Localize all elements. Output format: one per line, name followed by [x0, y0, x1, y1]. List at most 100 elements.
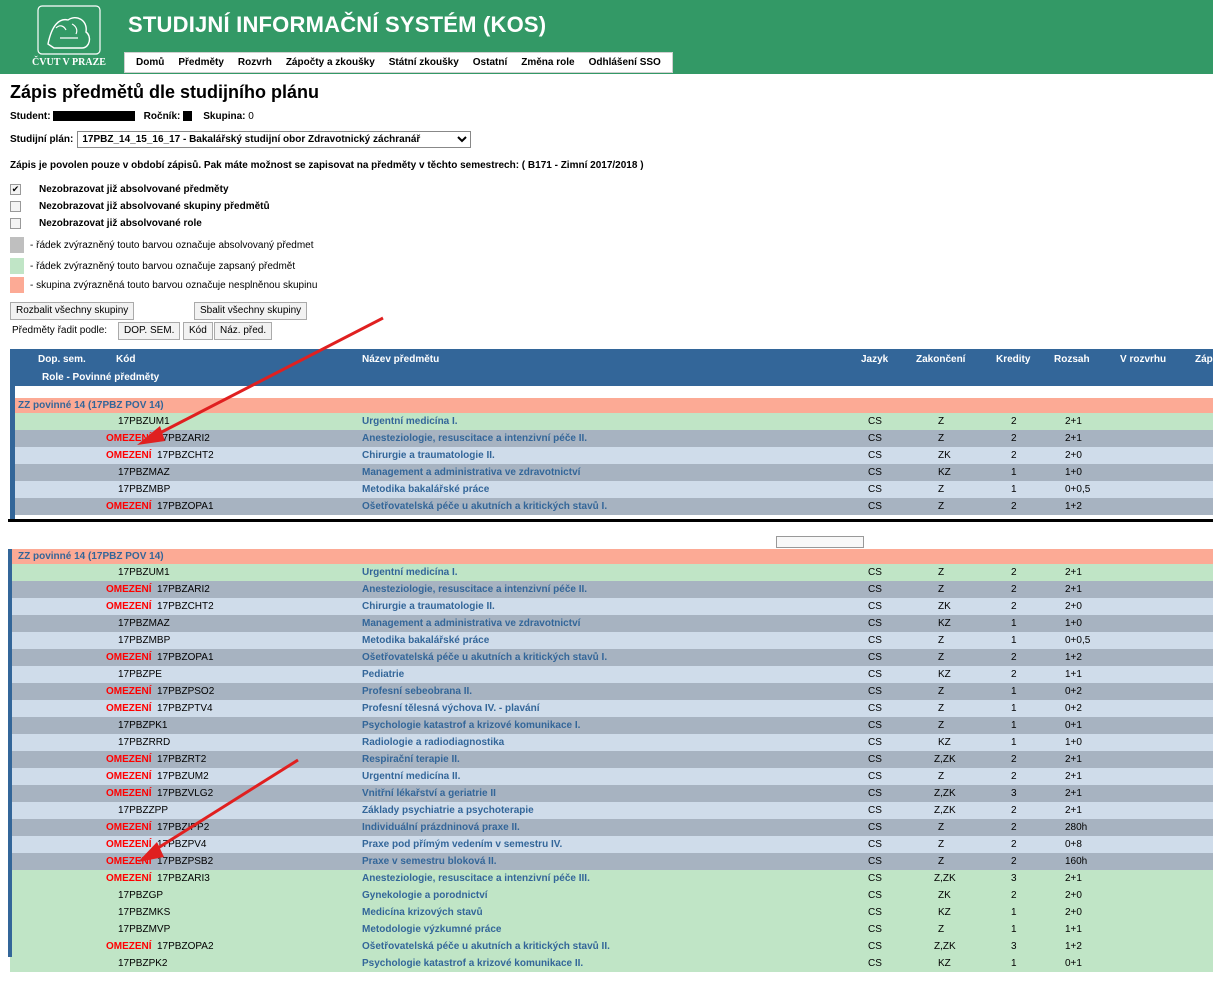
course-name-link[interactable]: Urgentní medicína I. — [362, 564, 458, 581]
col-rozsah[interactable]: Rozsah — [1054, 354, 1090, 365]
course-name-link[interactable]: Základy psychiatrie a psychoterapie — [362, 802, 534, 819]
table-row[interactable]: OMEZENÍ 17PBZRT2 Respirační terapie II. CS Z… — [10, 751, 1213, 768]
col-kod[interactable]: Kód — [116, 354, 135, 365]
group-row[interactable]: ZZ povinné 14 (17PBZ POV 14) — [10, 549, 1213, 564]
course-name-link[interactable]: Metodologie výzkumné práce — [362, 921, 501, 938]
sort-nazev-button[interactable]: Náz. před. — [214, 322, 273, 340]
course-name-link[interactable]: Psychologie katastrof a krizové komunika… — [362, 717, 580, 734]
menu-item-domu[interactable]: Domů — [136, 57, 164, 68]
study-plan-select[interactable]: 17PBZ_14_15_16_17 - Bakalářský studijní … — [77, 131, 472, 148]
omezeni-link[interactable]: OMEZENÍ — [106, 938, 152, 955]
omezeni-link[interactable]: OMEZENÍ — [106, 853, 152, 870]
table-row[interactable]: OMEZENÍ 17PBZOPA2 Ošetřovatelská péče u ak… — [10, 938, 1213, 955]
omezeni-link[interactable]: OMEZENÍ — [106, 447, 152, 464]
course-name-link[interactable]: Medicína krizových stavů — [362, 904, 483, 921]
table-row[interactable]: 17PBZPK2 Psychologie katastrof a krizové … — [10, 955, 1213, 972]
table-row[interactable]: 17PBZMBP Metodika bakalářské práce CS Z 1 0+0… — [10, 481, 1213, 498]
course-name-link[interactable]: Respirační terapie II. — [362, 751, 460, 768]
course-name-link[interactable]: Ošetřovatelská péče u akutních a kritick… — [362, 498, 607, 515]
omezeni-link[interactable]: OMEZENÍ — [106, 751, 152, 768]
course-name-link[interactable]: Pediatrie — [362, 666, 404, 683]
menu-item-ostatni[interactable]: Ostatní — [473, 57, 507, 68]
course-name-link[interactable]: Profesní sebeobrana II. — [362, 683, 472, 700]
col-jazyk[interactable]: Jazyk — [861, 354, 888, 365]
menu-item-statni-zkousky[interactable]: Státní zkoušky — [389, 57, 459, 68]
sort-dop-sem-button[interactable]: DOP. SEM. — [118, 322, 181, 340]
course-name-link[interactable]: Urgentní medicína I. — [362, 413, 458, 430]
course-name-link[interactable]: Individuální prázdninová praxe II. — [362, 819, 520, 836]
expand-all-button[interactable]: Rozbalit všechny skupiny — [10, 302, 135, 320]
table-row[interactable]: OMEZENÍ 17PBZPSO2 Profesní sebeobrana II. C… — [10, 683, 1213, 700]
omezeni-link[interactable]: OMEZENÍ — [106, 700, 152, 717]
option-hide-passed-roles[interactable]: Nezobrazovat již absolvované role — [10, 218, 202, 229]
menu-item-predmety[interactable]: Předměty — [178, 57, 224, 68]
checkbox-icon[interactable] — [10, 201, 21, 212]
table-row[interactable]: 17PBZPK1 Psychologie katastrof a krizové … — [10, 717, 1213, 734]
table-row[interactable]: 17PBZMAZ Management a administrativa ve z… — [10, 615, 1213, 632]
course-name-link[interactable]: Management a administrativa ve zdravotni… — [362, 615, 580, 632]
course-name-link[interactable]: Chirurgie a traumatologie II. — [362, 598, 495, 615]
col-dop-sem[interactable]: Dop. sem. — [38, 354, 86, 365]
col-nazev[interactable]: Název předmětu — [362, 354, 439, 365]
table-row[interactable]: 17PBZMKS Medicína krizových stavů CS KZ 1 2+0 — [10, 904, 1213, 921]
col-zapis[interactable]: Záp — [1195, 354, 1213, 365]
course-name-link[interactable]: Radiologie a radiodiagnostika — [362, 734, 504, 751]
col-v-rozvrhu[interactable]: V rozvrhu — [1120, 354, 1166, 365]
omezeni-link[interactable]: OMEZENÍ — [106, 819, 152, 836]
table-row[interactable]: 17PBZPE Pediatrie CS KZ 2 1+1 — [10, 666, 1213, 683]
table-row[interactable]: OMEZENÍ 17PBZCHT2 Chirurgie a traumatologi… — [10, 598, 1213, 615]
course-name-link[interactable]: Psychologie katastrof a krizové komunika… — [362, 955, 583, 972]
checkbox-checked-icon[interactable]: ✔ — [10, 184, 21, 195]
menu-item-rozvrh[interactable]: Rozvrh — [238, 57, 272, 68]
table-row[interactable]: 17PBZZPP Základy psychiatrie a psychotera… — [10, 802, 1213, 819]
course-name-link[interactable]: Urgentní medicína II. — [362, 768, 460, 785]
table-row[interactable]: OMEZENÍ 17PBZPTV4 Profesní tělesná výchova… — [10, 700, 1213, 717]
course-name-link[interactable]: Management a administrativa ve zdravotni… — [362, 464, 580, 481]
table-row[interactable]: OMEZENÍ 17PBZARI3 Anesteziologie, resuscit… — [10, 870, 1213, 887]
table-row[interactable]: OMEZENÍ 17PBZIPP2 Individuální prázdninová… — [10, 819, 1213, 836]
table-row[interactable]: OMEZENÍ 17PBZUM2 Urgentní medicína II. CS Z 2… — [10, 768, 1213, 785]
table-row[interactable]: OMEZENÍ 17PBZOPA1 Ošetřovatelská péče u ak… — [10, 649, 1213, 666]
table-row[interactable]: OMEZENÍ 17PBZARI2 Anesteziologie, resuscit… — [10, 430, 1213, 447]
course-name-link[interactable]: Praxe v semestru bloková II. — [362, 853, 497, 870]
course-name-link[interactable]: Praxe pod přímým vedením v semestru IV. — [362, 836, 562, 853]
course-name-link[interactable]: Ošetřovatelská péče u akutních a kritick… — [362, 938, 610, 955]
table-row[interactable]: 17PBZGP Gynekologie a porodnictví CS ZK 2 2+0 — [10, 887, 1213, 904]
omezeni-link[interactable]: OMEZENÍ — [106, 498, 152, 515]
table-row[interactable]: 17PBZRRD Radiologie a radiodiagnostika CS K… — [10, 734, 1213, 751]
table-row[interactable]: OMEZENÍ 17PBZOPA1 Ošetřovatelská péče u ak… — [10, 498, 1213, 515]
course-name-link[interactable]: Metodika bakalářské práce — [362, 632, 489, 649]
omezeni-link[interactable]: OMEZENÍ — [106, 836, 152, 853]
table-row[interactable]: OMEZENÍ 17PBZARI2 Anesteziologie, resuscit… — [10, 581, 1213, 598]
menu-item-zapocty[interactable]: Zápočty a zkoušky — [286, 57, 375, 68]
table-row[interactable]: OMEZENÍ 17PBZPV4 Praxe pod přímým vedením … — [10, 836, 1213, 853]
course-name-link[interactable]: Anesteziologie, resuscitace a intenzivní… — [362, 870, 590, 887]
omezeni-link[interactable]: OMEZENÍ — [106, 598, 152, 615]
table-row[interactable]: 17PBZMBP Metodika bakalářské práce CS Z 1 0+0… — [10, 632, 1213, 649]
table-row[interactable]: 17PBZMVP Metodologie výzkumné práce CS Z 1 1+… — [10, 921, 1213, 938]
option-hide-passed-courses[interactable]: ✔ Nezobrazovat již absolvované předměty — [10, 184, 229, 195]
table-row[interactable]: OMEZENÍ 17PBZVLG2 Vnitřní lékařství a geri… — [10, 785, 1213, 802]
col-zakonceni[interactable]: Zakončení — [916, 354, 965, 365]
omezeni-link[interactable]: OMEZENÍ — [106, 785, 152, 802]
table-row[interactable]: OMEZENÍ 17PBZPSB2 Praxe v semestru bloková… — [10, 853, 1213, 870]
collapse-all-button[interactable]: Sbalit všechny skupiny — [194, 302, 308, 320]
course-name-link[interactable]: Anesteziologie, resuscitace a intenzivní… — [362, 430, 587, 447]
course-name-link[interactable]: Ošetřovatelská péče u akutních a kritick… — [362, 649, 607, 666]
table-row[interactable]: 17PBZMAZ Management a administrativa ve z… — [10, 464, 1213, 481]
omezeni-link[interactable]: OMEZENÍ — [106, 683, 152, 700]
omezeni-link[interactable]: OMEZENÍ — [106, 430, 152, 447]
omezeni-link[interactable]: OMEZENÍ — [106, 870, 152, 887]
omezeni-link[interactable]: OMEZENÍ — [106, 581, 152, 598]
course-name-link[interactable]: Metodika bakalářské práce — [362, 481, 489, 498]
course-name-link[interactable]: Vnitřní lékařství a geriatrie II — [362, 785, 496, 802]
menu-item-zmena-role[interactable]: Změna role — [521, 57, 574, 68]
menu-item-odhlaseni[interactable]: Odhlášení SSO — [589, 57, 661, 68]
course-name-link[interactable]: Gynekologie a porodnictví — [362, 887, 488, 904]
table-row[interactable]: 17PBZUM1 Urgentní medicína I. CS Z 2 2+1 — [10, 413, 1213, 430]
table-row[interactable]: 17PBZUM1 Urgentní medicína I. CS Z 2 2+1 — [10, 564, 1213, 581]
omezeni-link[interactable]: OMEZENÍ — [106, 768, 152, 785]
cvut-logo[interactable]: ČVUT V PRAZE — [30, 4, 108, 70]
option-hide-passed-groups[interactable]: Nezobrazovat již absolvované skupiny pře… — [10, 201, 270, 212]
col-kredity[interactable]: Kredity — [996, 354, 1030, 365]
